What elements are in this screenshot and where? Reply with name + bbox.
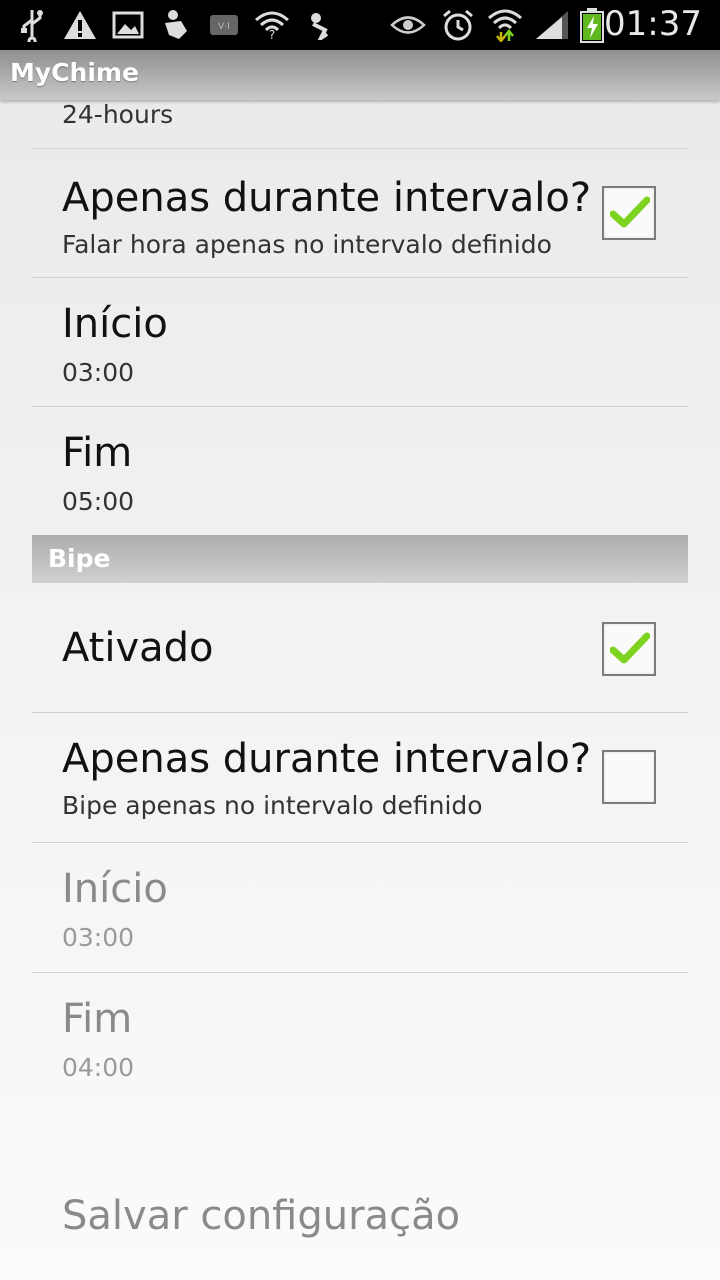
app-title: MyChime — [10, 58, 139, 87]
speech-end-preference[interactable]: Fim 05:00 — [32, 407, 688, 535]
beep-enabled-checkbox[interactable] — [602, 622, 656, 676]
beep-start-title: Início — [62, 866, 168, 912]
speech-interval-only-preference[interactable]: Apenas durante intervalo? Falar hora ape… — [32, 149, 688, 278]
usb-icon — [14, 7, 50, 43]
download-icon — [302, 7, 338, 43]
beep-start-value: 03:00 — [62, 923, 135, 952]
beep-category-title: Bipe — [48, 544, 111, 573]
time-format-preference[interactable]: 24-hours — [32, 100, 688, 149]
speech-start-preference[interactable]: Início 03:00 — [32, 278, 688, 407]
beep-enabled-preference[interactable]: Ativado — [32, 583, 688, 713]
beep-interval-only-summary: Bipe apenas no intervalo definido — [62, 791, 483, 820]
speech-end-title: Fim — [62, 430, 133, 476]
voicemail-icon: V·I — [206, 7, 242, 43]
beep-start-preference[interactable]: Início 03:00 — [32, 843, 688, 973]
eye-icon — [390, 7, 426, 43]
save-settings-button[interactable]: Salvar configuração — [62, 1193, 460, 1239]
speech-interval-only-title: Apenas durante intervalo? — [62, 175, 592, 221]
beep-interval-only-preference[interactable]: Apenas durante intervalo? Bipe apenas no… — [32, 713, 688, 843]
speech-interval-only-summary: Falar hora apenas no intervalo definido — [62, 230, 552, 259]
wifi-question-icon: ? — [254, 7, 290, 43]
time-format-summary: 24-hours — [62, 100, 174, 129]
status-bar: V·I ? 01:37 — [0, 0, 720, 50]
beep-interval-only-title: Apenas durante intervalo? — [62, 736, 592, 782]
checkmark-icon — [610, 632, 650, 664]
beep-category-header: Bipe — [32, 535, 688, 583]
speech-start-title: Início — [62, 301, 168, 347]
app-title-bar: MyChime — [0, 50, 720, 100]
signal-icon — [534, 7, 570, 43]
wifi-icon — [487, 7, 523, 43]
speech-start-value: 03:00 — [62, 358, 135, 387]
gallery-icon — [110, 7, 146, 43]
warning-icon — [62, 7, 98, 43]
speech-end-value: 05:00 — [62, 487, 135, 516]
beep-end-preference[interactable]: Fim 04:00 — [32, 973, 688, 1102]
preferences-list[interactable]: 24-hours Apenas durante intervalo? Falar… — [32, 100, 688, 1102]
alarm-icon — [440, 7, 476, 43]
checkmark-icon — [610, 196, 650, 228]
beep-end-value: 04:00 — [62, 1053, 135, 1082]
svg-text:V·I: V·I — [218, 22, 230, 32]
beep-enabled-title: Ativado — [62, 625, 214, 671]
beep-interval-only-checkbox[interactable] — [602, 750, 656, 804]
speech-interval-only-checkbox[interactable] — [602, 186, 656, 240]
beep-end-title: Fim — [62, 996, 133, 1042]
status-time: 01:37 — [604, 4, 702, 44]
notification-app-icon — [158, 7, 194, 43]
svg-text:?: ? — [269, 28, 275, 40]
